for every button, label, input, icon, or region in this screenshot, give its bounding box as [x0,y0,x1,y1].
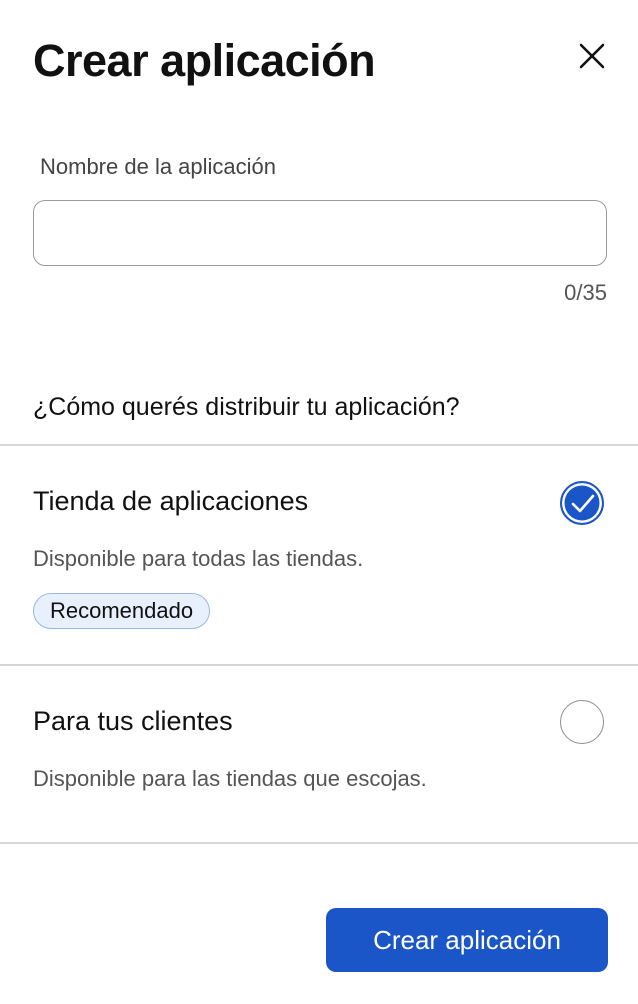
option-description: Disponible para las tiendas que escojas. [33,766,427,791]
close-icon [579,43,605,69]
recommended-badge: Recomendado [33,593,211,629]
divider [0,842,638,844]
option-for-clients[interactable]: Para tus clientes Disponible para las ti… [0,665,638,842]
app-name-input[interactable] [33,200,607,266]
create-app-dialog: Crear aplicación Nombre de la aplicación… [0,0,638,1004]
option-title: Tienda de aplicaciones [33,486,309,516]
option-app-store[interactable]: Tienda de aplicaciones Disponible para t… [0,445,638,664]
create-app-button[interactable]: Crear aplicación [326,908,608,972]
option-description: Disponible para todas las tiendas. [33,546,364,571]
dialog-title: Crear aplicación [33,35,376,86]
radio-selected[interactable] [560,481,604,525]
distribution-question: ¿Cómo querés distribuir tu aplicación? [33,393,460,421]
app-name-label: Nombre de la aplicación [40,154,277,179]
close-button[interactable] [572,36,612,76]
option-title: Para tus clientes [33,706,233,736]
radio-unselected[interactable] [560,700,604,744]
character-counter: 0/35 [564,280,607,305]
checkmark-icon [571,494,595,513]
